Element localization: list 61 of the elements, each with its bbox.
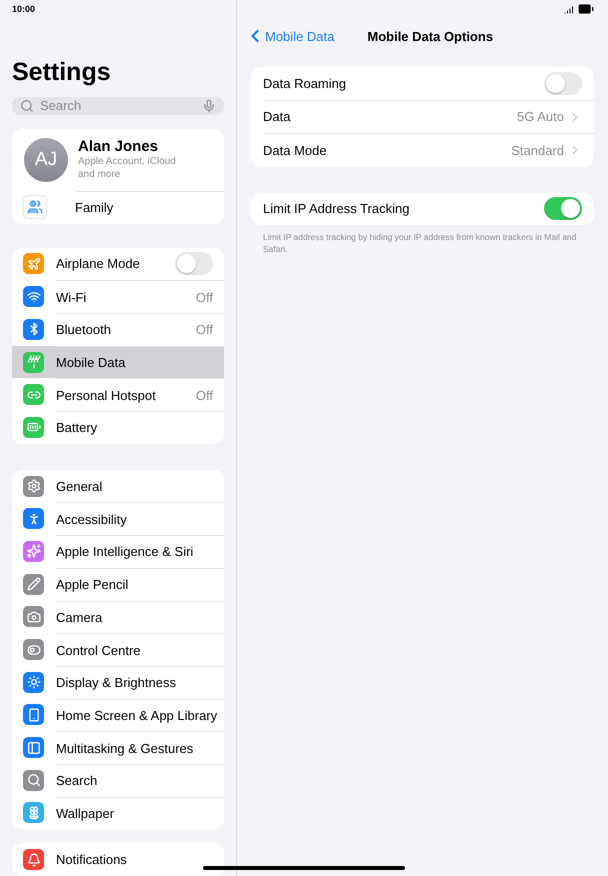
settings-item[interactable]: Apple Intelligence & Siri [12, 535, 224, 568]
search-field[interactable]: Search [38, 97, 198, 114]
bell-icon [23, 849, 44, 870]
settings-item[interactable]: General [12, 470, 224, 502]
settings-item[interactable]: Mobile Data [12, 346, 224, 378]
sparkle-icon [23, 540, 44, 562]
status-value: Off [196, 290, 213, 305]
link-icon [23, 384, 44, 406]
account-subtitle: Apple Account, iCloud and more [78, 155, 177, 182]
page-title: Mobile Data Options [367, 28, 494, 44]
microphone-icon[interactable] [202, 98, 216, 113]
battery-icon [23, 416, 44, 438]
sidebar-title: Settings [12, 58, 112, 87]
panel-icon [23, 737, 44, 758]
account-name: Alan Jones [78, 138, 160, 156]
toggle-switch[interactable] [544, 72, 582, 95]
account-card[interactable]: AJ Alan Jones Apple Account, iCloud and more Family [12, 128, 224, 224]
gear-icon [23, 476, 44, 497]
option-label: Data Roaming [263, 76, 348, 91]
settings-item[interactable]: Home Screen & App Library [12, 698, 224, 732]
settings-item[interactable]: Control Centre [12, 633, 224, 666]
settings-item[interactable]: Notifications [12, 843, 224, 876]
option-label: Data Mode [263, 142, 328, 158]
search-icon [23, 770, 44, 791]
status-time: 10:00 [12, 4, 36, 14]
switches-icon [23, 639, 44, 660]
search-icon [20, 98, 34, 113]
flower-icon [23, 802, 44, 824]
back-button[interactable]: Mobile Data [245, 26, 334, 46]
family-label[interactable]: Family [75, 200, 213, 216]
antenna-icon [23, 352, 44, 373]
bluetooth-icon [23, 318, 44, 340]
airplane-icon [23, 253, 44, 274]
camera-icon [23, 606, 44, 628]
wifi-icon [23, 286, 44, 308]
toggle-switch[interactable] [175, 252, 213, 276]
settings-item[interactable]: Accessibility [12, 502, 224, 536]
settings-item[interactable]: Search [12, 764, 224, 797]
settings-item[interactable]: Multitasking & Gestures [12, 731, 224, 764]
settings-item[interactable]: Apple Pencil [12, 568, 224, 600]
sun-icon [23, 672, 44, 693]
toggle-switch[interactable] [544, 197, 582, 220]
status-value: Off [196, 388, 213, 403]
settings-item[interactable]: Display & Brightness [12, 666, 224, 699]
status-value: Off [196, 322, 213, 338]
option-label: Data [263, 109, 292, 124]
settings-item[interactable]: Wi-Fi Off [12, 280, 224, 313]
settings-item[interactable]: Battery [12, 411, 224, 444]
pencil-icon [23, 574, 44, 595]
footnote: Limit IP address tracking by hiding your IP address from known trackers in Mail and Safari. [263, 231, 578, 255]
option-label: Limit IP Address Tracking [263, 201, 410, 216]
person-icon [23, 508, 44, 530]
settings-item[interactable]: Camera [12, 600, 224, 634]
family-icon [23, 195, 47, 220]
settings-item[interactable]: Airplane Mode [12, 248, 224, 280]
settings-item[interactable]: Bluetooth Off [12, 313, 224, 346]
avatar: AJ [24, 138, 68, 182]
settings-item[interactable]: Personal Hotspot Off [12, 378, 224, 412]
search-bar[interactable]: Search [12, 97, 224, 115]
settings-item[interactable]: Wallpaper [12, 796, 224, 830]
phone-screen-icon [23, 704, 44, 726]
